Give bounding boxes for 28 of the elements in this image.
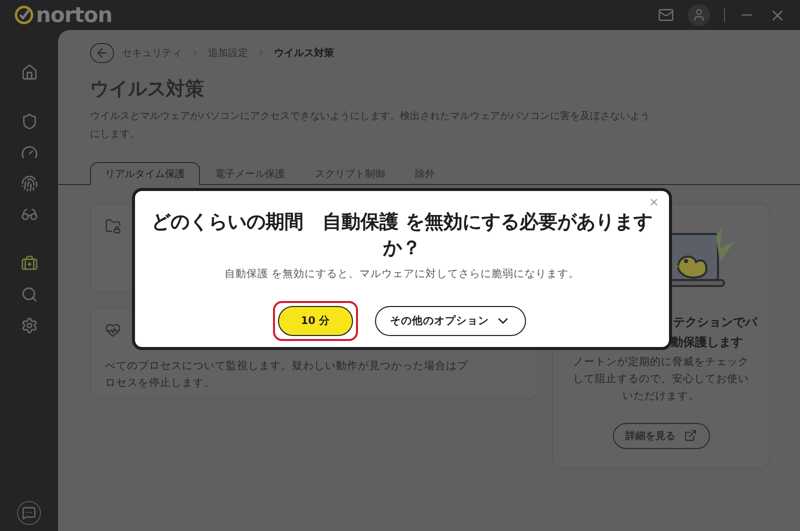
shield-icon[interactable] xyxy=(20,113,38,130)
settings-icon[interactable] xyxy=(20,317,38,334)
dialog-title: どのくらいの期間 自動保護 を無効にする必要がありますか？ xyxy=(150,210,654,261)
options-dropdown[interactable]: その他のオプション xyxy=(375,306,526,336)
folder-lock-icon xyxy=(105,218,121,234)
account-icon[interactable] xyxy=(688,4,710,26)
card-description: べてのプロセスについて監視します。疑わしい動作が見つかった場合はプロセスを停止します。 xyxy=(105,358,469,390)
heart-pulse-icon xyxy=(105,322,121,338)
gauge-icon[interactable] xyxy=(20,144,38,161)
mail-icon[interactable] xyxy=(658,7,674,23)
fingerprint-icon[interactable] xyxy=(20,175,38,192)
app-logo: norton xyxy=(36,3,112,27)
medical-kit-icon[interactable] xyxy=(20,255,38,272)
promo-description: ノートンが定期的に脅威をチェックして阻止するので、安心してお使いいただけます。 xyxy=(572,354,750,404)
close-button[interactable]: × xyxy=(648,195,659,209)
logo-check-icon xyxy=(14,5,34,25)
details-button[interactable]: 詳細を見る xyxy=(612,422,710,448)
home-icon[interactable] xyxy=(20,64,38,81)
back-button[interactable] xyxy=(90,43,114,63)
promo-title: 動保護します xyxy=(671,334,743,350)
promo-title: テクションでパ xyxy=(673,314,757,330)
tab[interactable]: リアルタイム保護 xyxy=(90,162,200,185)
glasses-icon[interactable] xyxy=(20,206,38,223)
search-icon[interactable] xyxy=(20,286,38,303)
external-link-icon xyxy=(684,429,696,442)
chat-icon[interactable] xyxy=(17,501,41,525)
dialog-message: 自動保護 を無効にすると、マルウェアに対してさらに脆弱になります。 xyxy=(224,267,580,281)
duration-button[interactable]: 10 分 xyxy=(278,306,354,336)
